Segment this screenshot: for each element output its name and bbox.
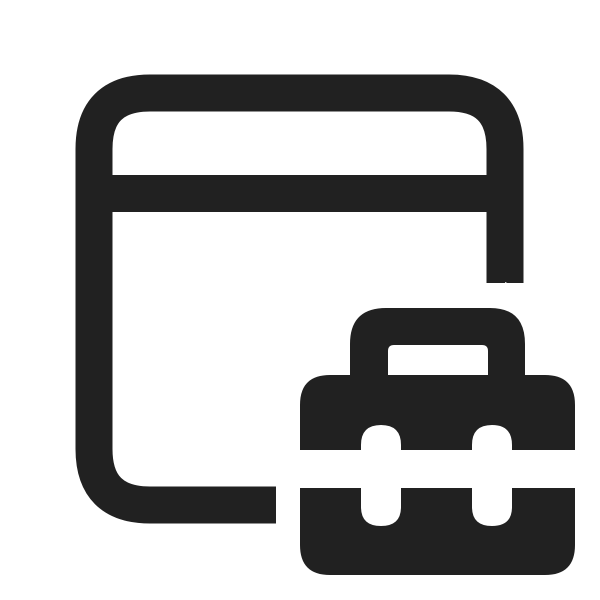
toolbox-body-bottom: [300, 488, 575, 575]
toolbox-icon: [300, 308, 575, 575]
window-title-bar: [94, 175, 505, 212]
icon-canvas: [0, 0, 600, 600]
toolbox-body-top: [300, 375, 575, 450]
app-window-toolbox-icon: [75, 74, 575, 575]
toolbox-handle: [350, 308, 525, 378]
